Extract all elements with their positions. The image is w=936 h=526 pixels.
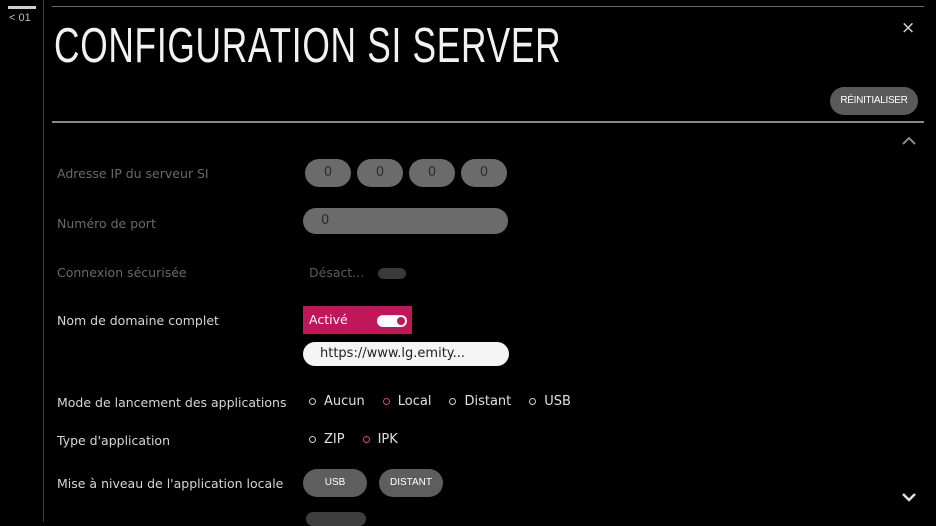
page-title: CONFIGURATION SI SERVER [54,19,562,73]
launch-mode-option-aucun[interactable]: Aucun [309,394,365,409]
top-divider [52,6,924,7]
ip-octet-2-input[interactable]: 0 [357,159,403,187]
close-icon[interactable]: × [901,18,915,38]
secure-connection-value: Désact... [309,265,365,280]
fqdn-switch [377,315,407,327]
app-type-option-zip[interactable]: ZIP [309,432,345,447]
ip-address-label: Adresse IP du serveur SI [57,166,209,181]
launch-mode-label: Mode de lancement des applications [57,395,287,410]
upgrade-distant-button[interactable]: DISTANT [379,469,443,497]
header-divider [52,121,924,123]
launch-mode-radio-group: Aucun Local Distant USB [309,394,571,409]
radio-dot-icon [529,398,537,405]
port-label: Numéro de port [57,216,156,231]
chevron-up-icon[interactable] [901,134,917,150]
back-indicator-bar [8,6,36,9]
secure-connection-toggle[interactable] [378,268,406,279]
secure-connection-label: Connexion sécurisée [57,265,187,280]
local-app-upgrade-label: Mise à niveau de l'application locale [57,476,284,491]
launch-mode-option-usb[interactable]: USB [529,394,571,409]
fqdn-switch-knob [397,317,405,325]
radio-dot-icon [449,398,457,405]
ip-octet-1-input[interactable]: 0 [305,159,351,187]
chevron-down-icon[interactable] [901,490,917,506]
radio-dot-icon [362,436,370,443]
radio-dot-icon [309,398,316,405]
fqdn-toggle-button[interactable]: Activé [303,306,412,334]
app-type-label: Type d'application [57,433,171,448]
fqdn-url-input[interactable]: https://www.lg.emity... [303,342,509,366]
partially-visible-button[interactable] [306,512,366,526]
radio-dot-icon [309,436,316,443]
launch-mode-option-distant[interactable]: Distant [449,394,511,409]
launch-mode-option-local[interactable]: Local [382,394,431,409]
ip-octet-4-input[interactable]: 0 [461,159,507,187]
radio-dot-icon [382,398,390,405]
upgrade-usb-button[interactable]: USB [303,469,367,497]
left-divider [43,0,44,522]
ip-octet-3-input[interactable]: 0 [409,159,455,187]
app-type-option-ipk[interactable]: IPK [362,432,398,447]
app-type-radio-group: ZIP IPK [309,432,398,447]
back-button[interactable]: < 01 [9,12,31,24]
fqdn-label: Nom de domaine complet [57,313,219,328]
reset-button[interactable]: RÉINITIALISER [830,87,918,115]
port-input[interactable]: 0 [303,208,508,234]
fqdn-toggle-label: Activé [309,312,348,327]
